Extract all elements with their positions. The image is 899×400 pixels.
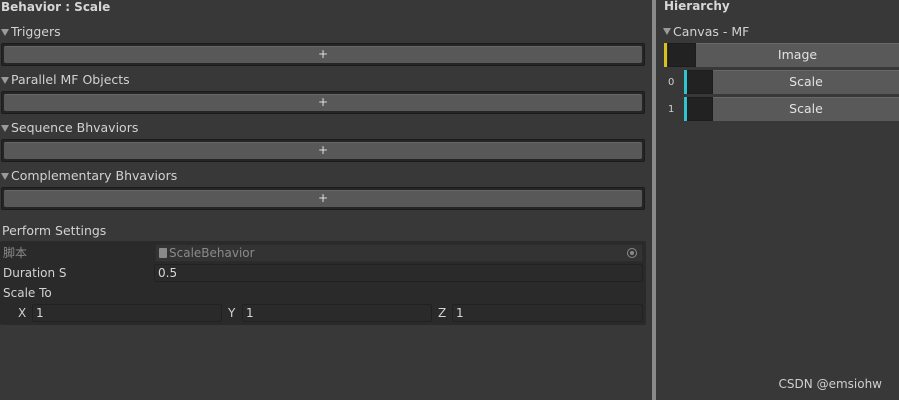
scale-x-input[interactable]: 1 [32,304,222,322]
row-thumbnail [668,43,696,67]
triangle-down-icon [1,28,9,36]
hierarchy-title: Hierarchy [664,0,730,13]
row-index: 0 [668,77,675,88]
hierarchy-row-button[interactable]: Scale [713,97,899,121]
foldout-sequence-behaviors[interactable]: Sequence Bhvaviors [0,120,138,136]
triangle-down-icon [1,172,9,180]
hierarchy-group-label: Canvas - MF [673,23,750,39]
perform-settings-label: Perform Settings [2,223,107,238]
foldout-label: Triggers [11,24,61,39]
hierarchy-group-canvas-mf[interactable]: Canvas - MF [662,23,749,39]
hierarchy-row-button[interactable]: Image [696,43,899,67]
foldout-label: Sequence Bhvaviors [11,120,139,135]
duration-label: Duration S [3,266,67,280]
complementary-behaviors-list: + [1,187,645,210]
script-icon [159,248,167,258]
triggers-list: + [1,43,645,66]
duration-input[interactable]: 0.5 [154,264,643,282]
row-color-bar [664,43,667,67]
scale-z-input[interactable]: 1 [452,304,643,322]
hierarchy-row-scale-0[interactable]: Scale [684,70,899,94]
row-index: 1 [668,104,675,115]
add-complementary-behavior-button[interactable]: + [4,190,642,207]
add-sequence-behavior-button[interactable]: + [4,142,642,159]
scale-y-input[interactable]: 1 [242,304,432,322]
row-thumbnail [687,97,713,121]
foldout-complementary-behaviors[interactable]: Complementary Bhvaviors [0,168,177,184]
foldout-label: Parallel MF Objects [11,72,130,87]
watermark: CSDN @emsiohw [778,377,882,391]
script-value: ScaleBehavior [169,246,255,260]
scale-to-label: Scale To [3,286,52,300]
y-label: Y [228,306,236,320]
hierarchy-panel: Hierarchy Canvas - MF Image 0 Scale 1 Sc… [656,0,899,400]
hierarchy-row-image[interactable]: Image [664,43,899,67]
add-trigger-button[interactable]: + [4,46,642,63]
sequence-behaviors-list: + [1,139,645,162]
triangle-down-icon [663,27,671,35]
triangle-down-icon [1,124,9,132]
z-label: Z [438,306,447,320]
object-picker-icon[interactable] [627,248,637,258]
hierarchy-row-button[interactable]: Scale [713,70,899,94]
hierarchy-row-scale-1[interactable]: Scale [684,97,899,121]
foldout-label: Complementary Bhvaviors [11,168,178,183]
perform-settings-box: 脚本 ScaleBehavior Duration S 0.5 Scale To… [0,241,646,325]
foldout-parallel-mf-objects[interactable]: Parallel MF Objects [0,72,130,88]
row-thumbnail [687,70,713,94]
x-label: X [18,306,27,320]
foldout-triggers[interactable]: Triggers [0,24,61,40]
inspector-title: Behavior : Scale [1,0,111,14]
add-parallel-mf-object-button[interactable]: + [4,94,642,111]
inspector-panel: Behavior : Scale Triggers + Parallel MF … [0,0,652,400]
script-field[interactable]: ScaleBehavior [155,244,643,262]
script-label: 脚本 [3,246,28,260]
parallel-mf-objects-list: + [1,91,645,114]
triangle-down-icon [1,76,9,84]
